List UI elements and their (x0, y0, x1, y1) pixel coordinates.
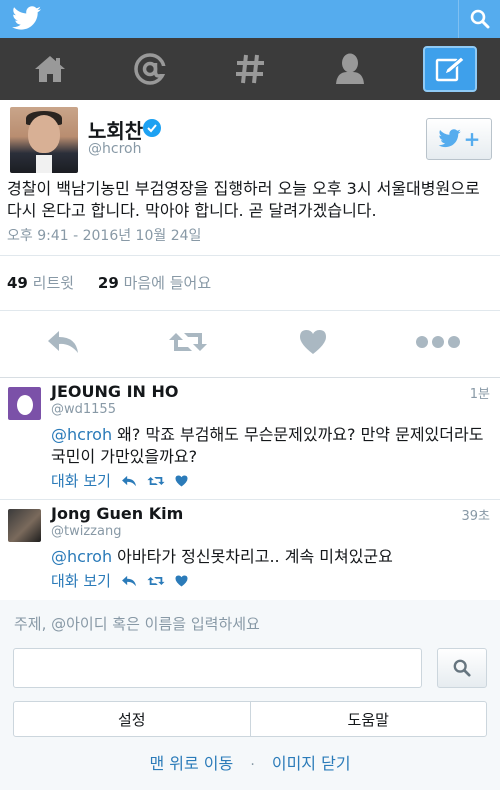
tweet-stats: 49 리트윗 29 마음에 들어요 (7, 272, 211, 293)
reply-time[interactable]: 39초 (461, 505, 490, 524)
divider (0, 310, 500, 311)
footer-panel: 주제, @아이디 혹은 이름을 입력하세요 설정 도움말 맨 위로 이동 · 이… (0, 600, 500, 790)
retweet-button[interactable] (125, 322, 250, 362)
nav-discover[interactable] (200, 38, 300, 100)
reply-button[interactable] (0, 322, 125, 362)
retweet-icon (147, 576, 165, 585)
nav-bar (0, 38, 500, 100)
home-icon (35, 56, 65, 82)
reply-handle[interactable]: @twizzang (51, 524, 121, 539)
reply-retweet-button[interactable] (147, 575, 165, 587)
search-submit-button[interactable] (437, 648, 487, 688)
search-icon (453, 659, 471, 677)
reply-name[interactable]: Jong Guen Kim (51, 504, 183, 523)
reply-item[interactable]: Jong Guen Kim @twizzang 39초 @hcroh 아바타가 … (0, 500, 500, 600)
author-handle[interactable]: @hcroh (88, 141, 141, 157)
reply-meta: 대화 보기 (51, 470, 188, 491)
reply-like-button[interactable] (175, 474, 188, 487)
hashtag-icon (236, 54, 264, 84)
reply-name[interactable]: JEOUNG IN HO (51, 382, 178, 401)
more-button[interactable] (375, 322, 500, 362)
reply-handle[interactable]: @wd1155 (51, 402, 116, 417)
tweet-text: 경찰이 백남기농민 부검영장을 집행하러 오늘 오후 3시 서울대병원으로 다시… (7, 179, 480, 220)
nav-home[interactable] (0, 38, 100, 100)
reply-text: @hcroh 아바타가 정신못차리고.. 계속 미쳐있군요 (51, 546, 493, 568)
plus-icon: + (463, 127, 481, 151)
like-icon (175, 474, 188, 487)
footer-button-row: 설정 도움말 (13, 701, 487, 737)
author-name[interactable]: 노회찬 (88, 115, 143, 144)
reply-reply-button[interactable] (121, 575, 137, 587)
reply-time[interactable]: 1분 (470, 383, 490, 402)
view-conversation-link[interactable]: 대화 보기 (51, 470, 111, 491)
reply-avatar[interactable] (8, 387, 41, 420)
author-avatar[interactable] (10, 107, 78, 173)
reply-body: 왜? 막죠 부검해도 무슨문제있까요? 만약 문제있더라도 국민이 가만있을까요… (51, 425, 484, 466)
like-icon (175, 574, 188, 587)
reply-icon (47, 331, 78, 353)
reply-item[interactable]: JEOUNG IN HO @wd1155 1분 @hcroh 왜? 막죠 부검해… (0, 378, 500, 499)
back-to-top-link[interactable]: 맨 위로 이동 (149, 754, 233, 773)
reply-mention[interactable]: @hcroh (51, 425, 112, 444)
reply-body: 아바타가 정신못차리고.. 계속 미쳐있군요 (112, 547, 393, 566)
at-mentions-icon (134, 53, 167, 85)
more-icon (415, 336, 460, 348)
help-button[interactable]: 도움말 (249, 702, 487, 736)
twitter-bird-icon[interactable] (12, 6, 42, 32)
compose-icon (435, 56, 465, 82)
reply-meta: 대화 보기 (51, 570, 188, 591)
footer-links: 맨 위로 이동 · 이미지 닫기 (0, 750, 500, 774)
reply-icon (122, 575, 136, 586)
like-button[interactable] (250, 322, 375, 362)
retweet-icon (147, 476, 165, 485)
retweet-icon (168, 333, 207, 351)
tweet-actions (0, 322, 500, 362)
search-icon (470, 9, 489, 29)
top-bar (0, 0, 500, 38)
reply-text: @hcroh 왜? 막죠 부검해도 무슨문제있까요? 만약 문제있더라도 국민이… (51, 424, 493, 468)
like-icon (299, 330, 326, 354)
verified-badge-icon (143, 119, 161, 137)
reply-like-button[interactable] (175, 574, 188, 587)
twitter-bird-icon (438, 129, 461, 148)
reply-mention[interactable]: @hcroh (51, 547, 112, 566)
search-prompt: 주제, @아이디 혹은 이름을 입력하세요 (14, 615, 260, 633)
reply-avatar[interactable] (8, 509, 41, 542)
like-label[interactable]: 마음에 들어요 (124, 274, 212, 292)
search-button[interactable] (458, 0, 500, 38)
nav-mentions[interactable] (100, 38, 200, 100)
compose-button[interactable] (423, 46, 477, 92)
reply-retweet-button[interactable] (147, 475, 165, 487)
profile-icon (336, 53, 364, 84)
settings-button[interactable]: 설정 (14, 702, 250, 736)
divider (0, 255, 500, 256)
retweet-label[interactable]: 리트윗 (33, 274, 74, 292)
reply-reply-button[interactable] (121, 475, 137, 487)
default-egg-icon (16, 394, 33, 415)
hide-images-link[interactable]: 이미지 닫기 (272, 754, 351, 773)
link-separator: · (250, 757, 255, 773)
follow-button[interactable]: + (426, 118, 492, 160)
search-input[interactable] (13, 648, 422, 688)
nav-compose[interactable] (400, 38, 500, 100)
nav-profile[interactable] (300, 38, 400, 100)
reply-icon (122, 475, 136, 486)
retweet-count[interactable]: 49 (7, 274, 28, 292)
view-conversation-link[interactable]: 대화 보기 (51, 570, 111, 591)
like-count[interactable]: 29 (98, 274, 119, 292)
tweet-timestamp[interactable]: 오후 9:41 - 2016년 10월 24일 (7, 225, 201, 245)
